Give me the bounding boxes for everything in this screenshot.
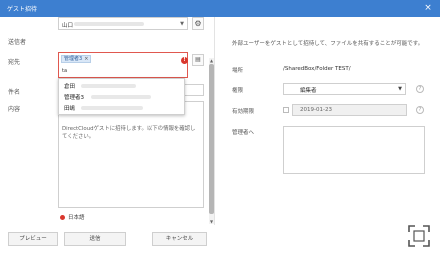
preview-button[interactable]: プレビュー bbox=[8, 232, 58, 246]
chevron-down-icon: ▼ bbox=[180, 21, 184, 27]
expiry-label: 有効期限 bbox=[232, 109, 255, 115]
permission-select[interactable]: 編集者 ▼ bbox=[283, 83, 406, 95]
window-title: ゲスト招待 bbox=[7, 6, 38, 13]
alert-icon: ! bbox=[181, 57, 188, 64]
suggestion-email-redacted bbox=[81, 84, 136, 88]
recipient-chip-label: 管理者3 bbox=[64, 56, 83, 62]
language-label: 日本語 bbox=[68, 215, 85, 221]
sender-value: 山口 bbox=[62, 23, 74, 29]
expiry-help-icon[interactable]: ? bbox=[416, 106, 424, 114]
info-message: 外部ユーザーをゲストとして招待して、ファイルを共有することが可能です。 bbox=[232, 41, 424, 47]
location-value: /SharedBox/Folder TEST/ bbox=[283, 66, 351, 72]
recipient-field[interactable]: 管理者3 × ta bbox=[58, 52, 188, 78]
permission-help-icon[interactable]: ? bbox=[416, 85, 424, 93]
suggestion-email-redacted bbox=[91, 95, 151, 99]
recipient-input-text[interactable]: ta bbox=[62, 68, 67, 74]
message-body-textarea[interactable]: DirectCloudゲストに招待します。以下の情報を確認してください。 bbox=[58, 101, 204, 208]
recipient-suggestions: 倉田 管理者3 田嶋 bbox=[58, 78, 185, 115]
location-label: 場所 bbox=[232, 68, 244, 74]
send-button[interactable]: 送信 bbox=[64, 232, 126, 246]
sender-label: 送信者 bbox=[8, 39, 27, 46]
body-label: 内容 bbox=[8, 106, 21, 113]
permission-value: 編集者 bbox=[300, 88, 317, 94]
fullscreen-icon[interactable] bbox=[408, 225, 430, 247]
cancel-button[interactable]: キャンセル bbox=[152, 232, 207, 246]
sender-select[interactable]: 山口 ▼ bbox=[58, 17, 188, 30]
subject-label: 件名 bbox=[8, 89, 21, 96]
to-label: 宛先 bbox=[8, 59, 21, 66]
suggestion-email-redacted bbox=[81, 106, 143, 110]
suggestion-item[interactable]: 田嶋 bbox=[64, 104, 75, 112]
recipient-chip: 管理者3 × bbox=[61, 55, 92, 63]
expiry-date-value: 2019-01-23 bbox=[300, 107, 332, 113]
chip-remove-icon[interactable]: × bbox=[84, 56, 88, 62]
gear-icon[interactable]: ⚙ bbox=[192, 17, 204, 30]
permission-label: 権限 bbox=[232, 88, 244, 94]
chevron-down-icon: ▼ bbox=[398, 86, 402, 92]
admin-note-textarea[interactable] bbox=[283, 126, 425, 174]
admin-note-label: 管理者へ bbox=[232, 130, 255, 136]
suggestion-item[interactable]: 管理者3 bbox=[64, 93, 84, 101]
message-body-text: DirectCloudゲストに招待します。以下の情報を確認してください。 bbox=[62, 126, 196, 140]
language-dot-icon bbox=[60, 215, 65, 220]
expiry-date-input[interactable]: 2019-01-23 bbox=[292, 104, 407, 116]
sender-email-redacted bbox=[74, 22, 144, 26]
suggestion-item[interactable]: 倉田 bbox=[64, 82, 75, 90]
title-bar: ゲスト招待 × bbox=[0, 0, 440, 17]
expiry-checkbox[interactable] bbox=[283, 107, 289, 113]
address-book-icon[interactable]: ▤ bbox=[192, 54, 204, 66]
close-icon[interactable]: × bbox=[422, 2, 434, 14]
language-indicator[interactable]: 日本語 bbox=[60, 213, 85, 221]
panel-divider bbox=[214, 17, 215, 225]
